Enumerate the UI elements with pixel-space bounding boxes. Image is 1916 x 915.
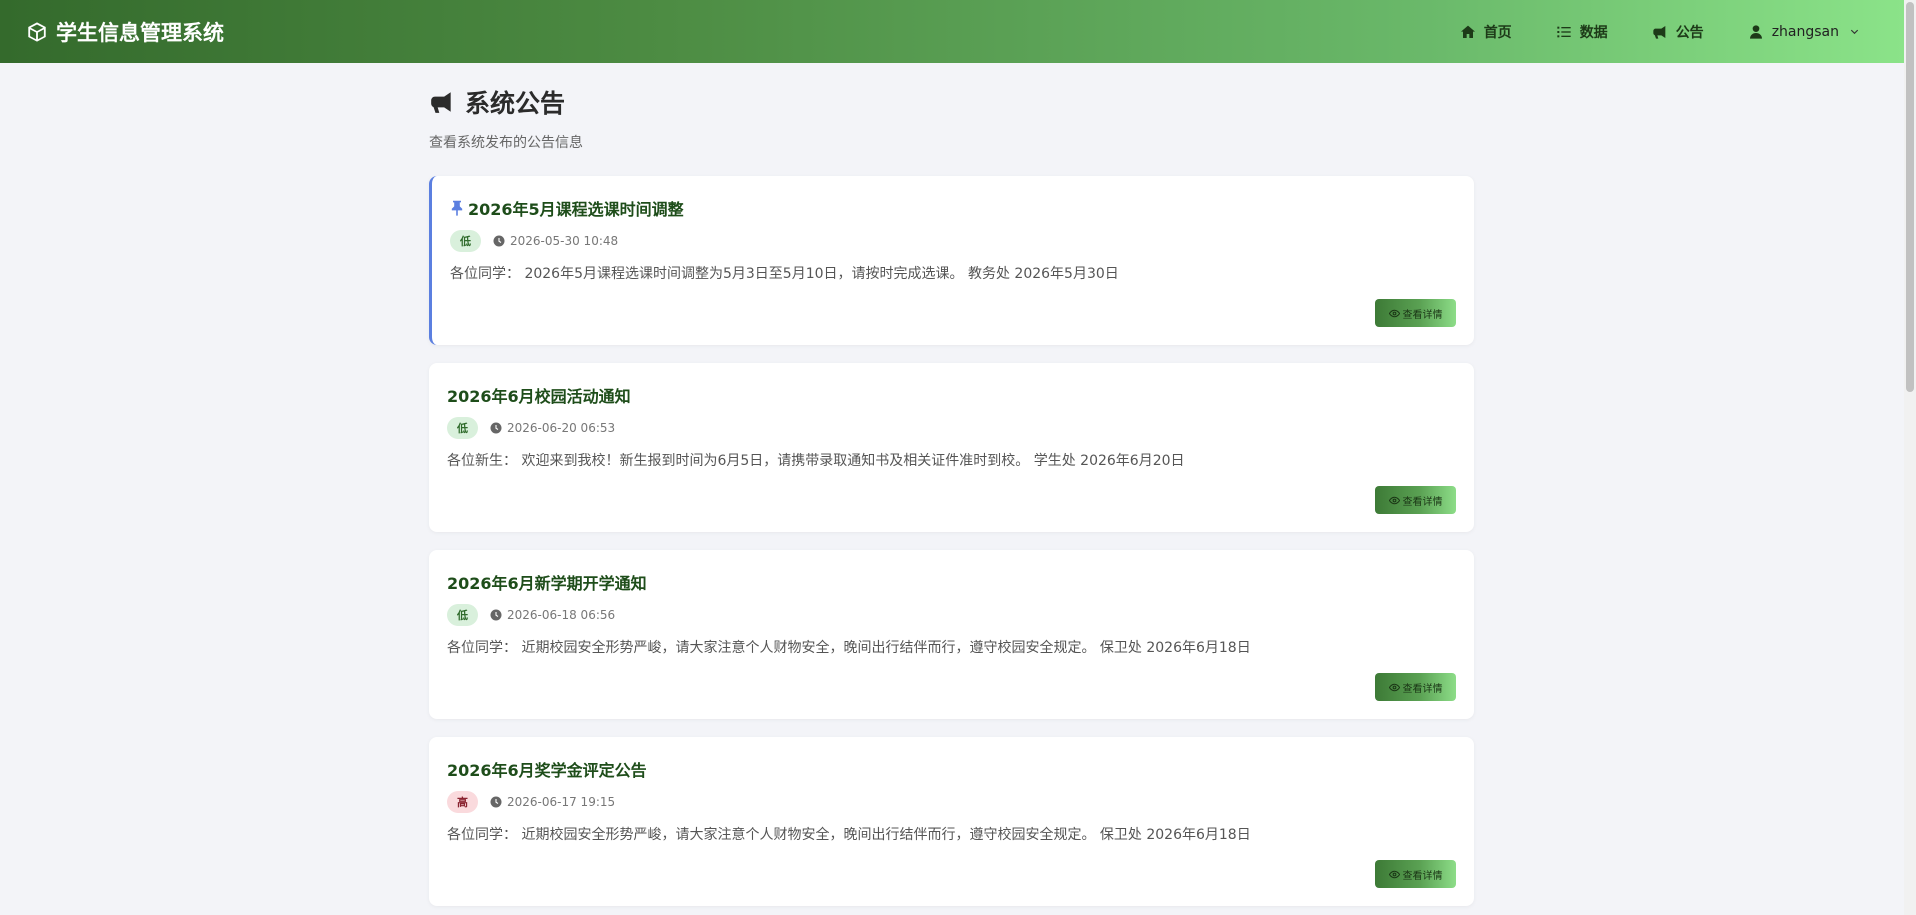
eye-icon — [1388, 870, 1400, 878]
nav-data[interactable]: 数据 — [1556, 22, 1608, 42]
brand[interactable]: 学生信息管理系统 — [26, 0, 224, 63]
eye-icon — [1388, 309, 1400, 317]
page-title-text: 系统公告 — [465, 89, 566, 118]
home-icon — [1460, 25, 1475, 38]
announcement-time: 2026-05-30 10:48 — [493, 234, 618, 248]
scrollbar-thumb[interactable] — [1906, 2, 1914, 392]
nav-data-label: 数据 — [1579, 24, 1608, 41]
priority-badge: 高 — [447, 791, 478, 813]
announcement-title[interactable]: 2026年6月校园活动通知 — [447, 383, 1456, 407]
megaphone-icon — [1653, 25, 1666, 39]
announcement-content: 各位同学： 近期校园安全形势严峻，请大家注意个人财物安全，晚间出行结伴而行，遵守… — [447, 827, 1251, 843]
view-detail-label: 查看详情 — [1402, 870, 1443, 882]
announcement-time: 2026-06-20 06:53 — [490, 421, 615, 435]
view-detail-label: 查看详情 — [1402, 496, 1443, 508]
view-detail-label: 查看详情 — [1402, 309, 1443, 321]
announcement-time: 2026-06-18 06:56 — [490, 608, 615, 622]
main-content: 系统公告 查看系统发布的公告信息 2026年5月课程选课时间调整 低 2026-… — [429, 82, 1474, 906]
nav-home[interactable]: 首页 — [1460, 22, 1512, 42]
announcement-title-text: 2026年6月新学期开学通知 — [447, 574, 647, 593]
announcement-title[interactable]: 2026年6月新学期开学通知 — [447, 570, 1456, 594]
view-detail-label: 查看详情 — [1402, 683, 1443, 695]
announcement-meta: 低 2026-06-20 06:53 — [447, 417, 1456, 439]
announcement-title-text: 2026年5月课程选课时间调整 — [468, 200, 684, 219]
page-subtitle: 查看系统发布的公告信息 — [429, 135, 583, 151]
nav-home-label: 首页 — [1483, 24, 1512, 41]
announcement-time-text: 2026-06-20 06:53 — [507, 421, 616, 435]
announcement-time-text: 2026-06-18 06:56 — [507, 608, 616, 622]
view-detail-button[interactable]: 查看详情 — [1375, 299, 1456, 327]
cube-icon — [28, 21, 46, 42]
clock-icon — [490, 422, 502, 434]
announcement-title[interactable]: 2026年6月奖学金评定公告 — [447, 757, 1456, 781]
list-icon — [1557, 26, 1571, 37]
announcement-card: 2026年6月奖学金评定公告 高 2026-06-17 19:15 各位同学： … — [429, 737, 1474, 906]
eye-icon — [1388, 496, 1400, 504]
user-menu[interactable]: zhangsan — [1748, 24, 1860, 40]
announcement-card: 2026年6月校园活动通知 低 2026-06-20 06:53 各位新生： 欢… — [429, 363, 1474, 532]
pin-icon — [451, 200, 463, 216]
clock-icon — [493, 235, 505, 247]
page-title: 系统公告 — [429, 82, 1474, 122]
announcement-time: 2026-06-17 19:15 — [490, 795, 615, 809]
user-icon — [1749, 24, 1762, 39]
eye-icon — [1388, 683, 1400, 691]
clock-icon — [490, 796, 502, 808]
announcement-meta: 低 2026-05-30 10:48 — [450, 230, 1456, 252]
chevron-down-icon — [1850, 29, 1859, 35]
announcement-content: 各位同学： 近期校园安全形势严峻，请大家注意个人财物安全，晚间出行结伴而行，遵守… — [447, 640, 1251, 656]
announcement-card: 2026年6月新学期开学通知 低 2026-06-18 06:56 各位同学： … — [429, 550, 1474, 719]
announcement-content: 各位新生： 欢迎来到我校！新生报到时间为6月5日，请携带录取通知书及相关证件准时… — [447, 453, 1185, 469]
announcement-title[interactable]: 2026年5月课程选课时间调整 — [450, 196, 1456, 220]
view-detail-button[interactable]: 查看详情 — [1375, 860, 1456, 888]
priority-badge: 低 — [447, 604, 478, 626]
nav-links: 首页 数据 公告 zhangsan — [1416, 0, 1860, 63]
view-detail-button[interactable]: 查看详情 — [1375, 486, 1456, 514]
announcement-time-text: 2026-06-17 19:15 — [507, 795, 616, 809]
announcement-time-text: 2026-05-30 10:48 — [510, 234, 619, 248]
megaphone-icon — [431, 92, 451, 113]
announcement-content: 各位同学： 2026年5月课程选课时间调整为5月3日至5月10日，请按时完成选课… — [450, 266, 1119, 282]
announcement-meta: 高 2026-06-17 19:15 — [447, 791, 1456, 813]
brand-title: 学生信息管理系统 — [56, 20, 224, 45]
announcement-title-text: 2026年6月奖学金评定公告 — [447, 761, 647, 780]
nav-announcement[interactable]: 公告 — [1652, 22, 1704, 42]
top-navbar: 学生信息管理系统 首页 数据 公告 zhangsan — [0, 0, 1904, 63]
priority-badge: 低 — [447, 417, 478, 439]
view-detail-button[interactable]: 查看详情 — [1375, 673, 1456, 701]
clock-icon — [490, 609, 502, 621]
priority-badge: 低 — [450, 230, 481, 252]
page-scrollbar[interactable] — [1904, 0, 1916, 915]
announcement-title-text: 2026年6月校园活动通知 — [447, 387, 631, 406]
announcement-card: 2026年5月课程选课时间调整 低 2026-05-30 10:48 各位同学：… — [429, 176, 1474, 345]
username: zhangsan — [1771, 23, 1839, 40]
announcement-meta: 低 2026-06-18 06:56 — [447, 604, 1456, 626]
nav-announcement-label: 公告 — [1675, 24, 1704, 41]
